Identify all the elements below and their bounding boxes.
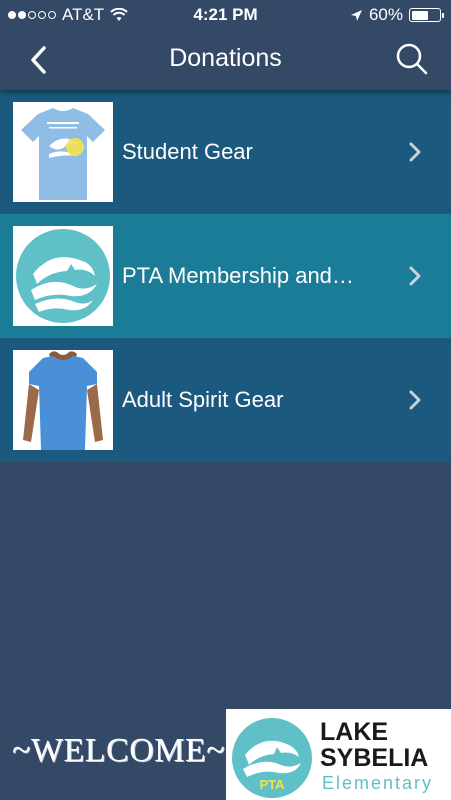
logo-badge: PTA (259, 777, 285, 792)
navigation-bar: Donations (0, 30, 451, 90)
pta-membership-thumbnail (13, 226, 113, 326)
list-item-adult-spirit-gear[interactable]: Adult Spirit Gear (0, 338, 451, 462)
search-icon (396, 43, 428, 75)
logo-line-3: Elementary (322, 773, 434, 793)
donation-list: Student Gear PTA Membership and… Adult S… (0, 90, 451, 462)
list-item-label: Student Gear (122, 139, 253, 164)
pta-dolphin-logo: PTA (232, 718, 312, 798)
battery-icon (409, 8, 444, 22)
adult-spirit-gear-thumbnail (13, 350, 113, 450)
search-button[interactable] (393, 40, 431, 78)
welcome-banner-text: ~WELCOME~ (12, 732, 226, 769)
logo-line-2: SYBELIA (320, 744, 429, 772)
list-item-label: Adult Spirit Gear (122, 387, 284, 412)
chevron-right-icon (409, 266, 421, 286)
list-item-student-gear[interactable]: Student Gear (0, 90, 451, 214)
status-right: 60% (350, 5, 444, 25)
student-gear-thumbnail (13, 102, 113, 202)
list-item-pta-membership[interactable]: PTA Membership and… (0, 214, 451, 338)
page-title: Donations (169, 44, 282, 72)
chevron-right-icon (409, 142, 421, 162)
status-bar: AT&T 4:21 PM 60% (0, 0, 451, 30)
logo-line-1: LAKE (320, 718, 389, 746)
chevron-right-icon (409, 390, 421, 410)
school-logo-banner: PTA LAKE SYBELIA Elementary (226, 709, 451, 800)
battery-percent: 60% (368, 5, 403, 24)
list-item-label: PTA Membership and… (122, 263, 354, 288)
location-arrow-icon (350, 9, 362, 21)
